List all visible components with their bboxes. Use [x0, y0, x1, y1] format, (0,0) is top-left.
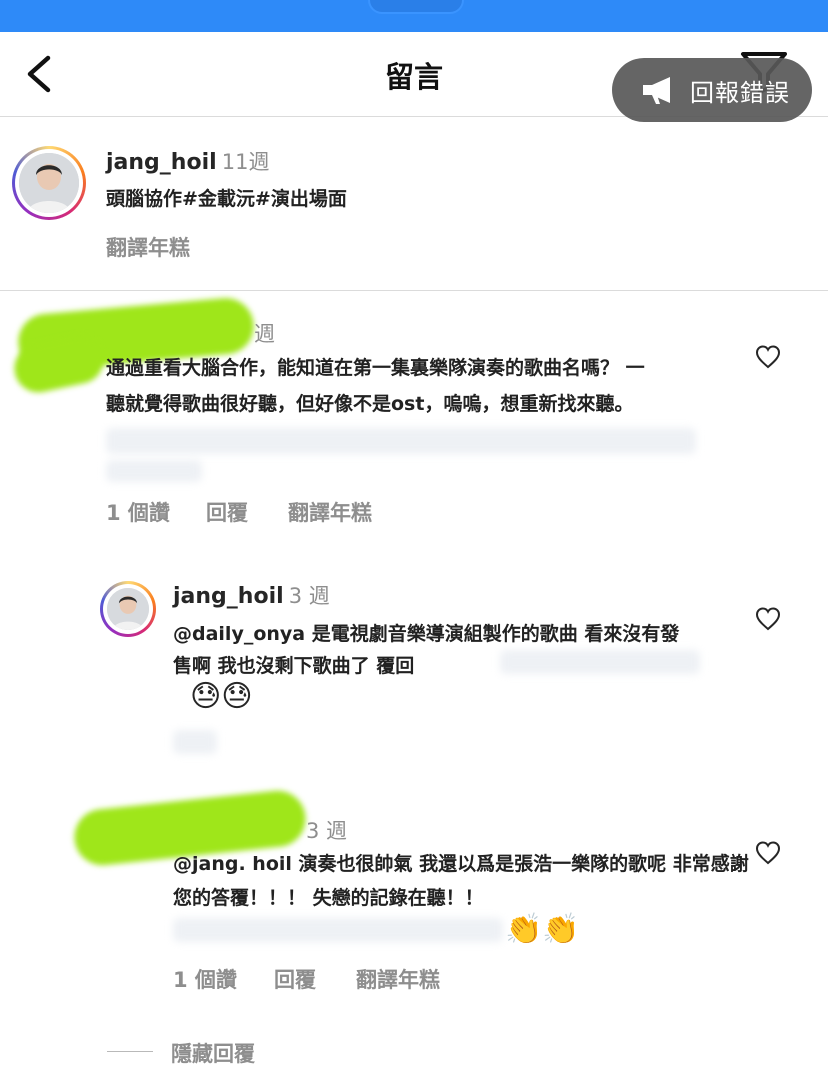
divider-line [107, 1051, 153, 1052]
avatar[interactable] [100, 581, 156, 637]
comment-line-2: 聽就覺得歌曲很好聽，但好像不是ost，嗚嗚，想重新找來聽。 [106, 393, 634, 415]
reply-button[interactable]: 回覆 [274, 964, 316, 994]
obscured-text [173, 918, 503, 942]
heart-icon[interactable] [755, 344, 781, 370]
reply-line-1: @daily_onya 是電視劇音樂導演組製作的歌曲 看來沒有發 [173, 623, 680, 645]
translate-link[interactable]: 翻譯年糕 [106, 232, 190, 262]
toast-label: 回報錯誤 [690, 78, 790, 107]
timestamp: 3 週 [288, 584, 330, 608]
megaphone-icon [643, 77, 670, 104]
obscured-text [173, 730, 217, 754]
obscured-text [106, 460, 202, 482]
avatar[interactable] [12, 146, 86, 220]
post-author: jang_hoil 11週 [106, 146, 269, 176]
username[interactable]: jang_hoil [173, 584, 284, 609]
report-error-toast[interactable]: 回報錯誤 [612, 58, 812, 122]
translate-link[interactable]: 翻譯年糕 [288, 497, 372, 527]
comment-line-1: 通過重看大腦合作，能知道在第一集裏樂隊演奏的歌曲名嗎？ 一 [106, 357, 645, 379]
reply-line-2: 您的答覆！！！ 失戀的記錄在聽！！ [173, 887, 484, 909]
timestamp: 週 [254, 322, 275, 346]
emoji: 👏👏 [505, 912, 580, 947]
obscured-text [106, 428, 696, 454]
status-pill [368, 0, 464, 14]
reply-button[interactable]: 回覆 [206, 497, 248, 527]
divider [0, 290, 828, 291]
obscured-text [500, 650, 700, 674]
translate-link[interactable]: 翻譯年糕 [356, 964, 440, 994]
emoji: 😓😓 [190, 679, 253, 714]
timestamp: 3 週 [306, 819, 348, 843]
like-count[interactable]: 1 個讚 [173, 964, 237, 994]
timestamp: 11週 [221, 150, 270, 174]
heart-icon[interactable] [755, 606, 781, 632]
reply-line-1: @jang. hoil 演奏也很帥氣 我還以爲是張浩一樂隊的歌呢 非常感謝 [173, 853, 749, 875]
reply-author: jang_hoil 3 週 [173, 580, 330, 610]
heart-icon[interactable] [755, 840, 781, 866]
username[interactable]: jang_hoil [106, 150, 217, 175]
like-count[interactable]: 1 個讚 [106, 497, 170, 527]
post-caption: 頭腦協作#金載沅#演出場面 [106, 188, 347, 210]
